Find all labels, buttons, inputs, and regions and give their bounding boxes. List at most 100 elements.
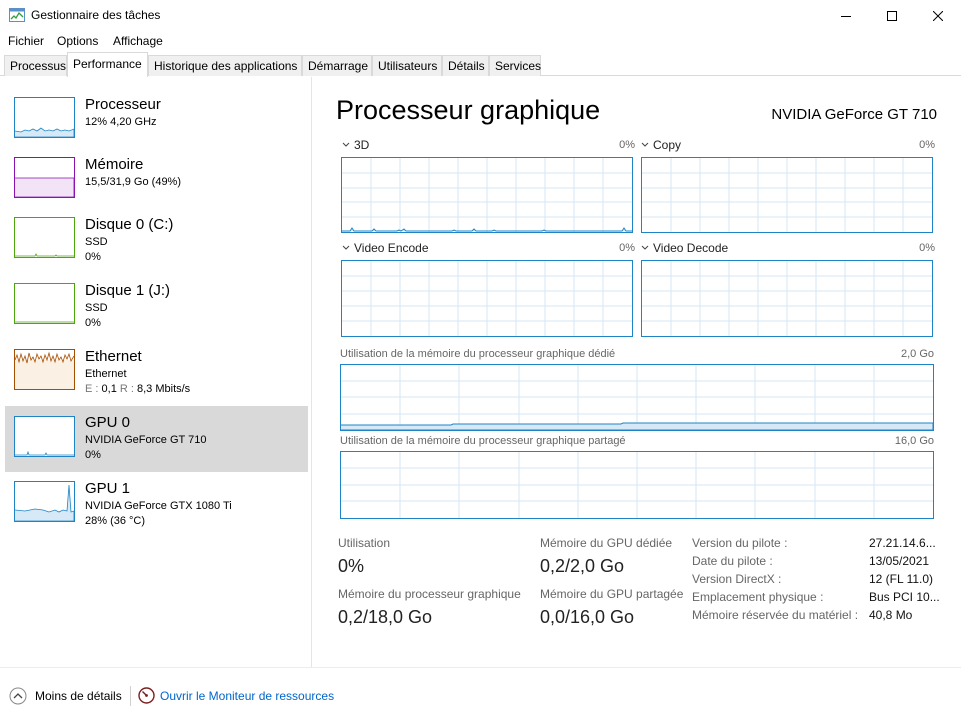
tab-historique[interactable]: Historique des applications	[148, 55, 302, 76]
sidebar-item-detail: NVIDIA GeForce GTX 1080 Ti	[85, 500, 232, 512]
physical-location-key: Emplacement physique :	[692, 590, 824, 604]
tab-services[interactable]: Services	[489, 55, 541, 76]
disk-1-thumbnail	[14, 283, 75, 324]
engine-label: Video Encode	[354, 241, 429, 255]
maximize-button[interactable]	[869, 0, 915, 31]
driver-date-key: Date du pilote :	[692, 554, 773, 568]
menu-bar: Fichier Options Affichage	[0, 31, 961, 51]
minimize-icon	[841, 15, 851, 17]
close-icon	[933, 10, 943, 21]
physical-location-value: Bus PCI 10...	[869, 590, 940, 604]
engine-selector-3d[interactable]: 3D	[342, 138, 369, 152]
memory-thumbnail	[14, 157, 75, 198]
engine-selector-video-decode[interactable]: Video Decode	[641, 241, 728, 255]
graph-shared-memory	[340, 451, 934, 519]
tab-utilisateurs[interactable]: Utilisateurs	[372, 55, 442, 76]
footer-bar: Moins de détails Ouvrir le Moniteur de r…	[0, 667, 961, 721]
sidebar-item-detail: 15,5/31,9 Go (49%)	[85, 176, 182, 188]
reserved-memory-key: Mémoire réservée du matériel :	[692, 608, 859, 622]
gpu-1-thumbnail	[14, 481, 75, 522]
driver-version-key: Version du pilote :	[692, 536, 788, 550]
sidebar-item-name: GPU 1	[85, 480, 131, 497]
engine-label: Copy	[653, 138, 682, 152]
engine-percent: 0%	[619, 139, 635, 151]
sidebar-item-name: Ethernet	[85, 348, 142, 365]
sidebar-item-name: Disque 1 (J:)	[85, 282, 171, 299]
sidebar-item-usage: 0%	[85, 449, 101, 461]
sidebar-item-usage: 28% (36 °C)	[85, 515, 146, 527]
menu-affichage[interactable]: Affichage	[113, 34, 163, 48]
sidebar-item-name: GPU 0	[85, 414, 131, 431]
sidebar-item-name: Processeur	[85, 96, 161, 113]
sidebar-item-ethernet[interactable]: Ethernet Ethernet E : 0,1 R : 8,3 Mbits/…	[5, 344, 308, 410]
chevron-down-icon	[342, 142, 350, 147]
menu-fichier[interactable]: Fichier	[8, 34, 44, 48]
driver-date-value: 13/05/2021	[869, 554, 930, 568]
engine-label: Video Decode	[653, 241, 729, 255]
engine-percent: 0%	[919, 139, 935, 151]
gpu-0-thumbnail	[14, 416, 75, 457]
open-resource-monitor-link[interactable]: Ouvrir le Moniteur de ressources	[160, 689, 334, 703]
engine-percent: 0%	[919, 242, 935, 254]
disk-0-thumbnail	[14, 217, 75, 258]
graph-video-encode	[341, 260, 633, 337]
tab-bar: Processus Performance Historique des app…	[0, 52, 961, 77]
resource-sidebar: Processeur 12% 4,20 GHz Mémoire 15,5/31,…	[0, 77, 312, 667]
receive-prefix: R :	[119, 383, 134, 395]
send-prefix: E :	[85, 383, 99, 395]
chevron-down-icon	[342, 245, 350, 250]
driver-version-value: 27.21.14.6...	[869, 536, 936, 550]
task-manager-icon	[9, 8, 25, 22]
dedicated-gpu-memory-value: 0,2/2,0 Go	[540, 556, 625, 576]
sidebar-item-usage: 0%	[85, 251, 101, 263]
tab-details[interactable]: Détails	[442, 55, 489, 76]
graph-3d	[341, 157, 633, 233]
menu-options[interactable]: Options	[57, 34, 98, 48]
sidebar-item-detail: NVIDIA GeForce GT 710	[85, 434, 207, 446]
collapse-up-icon[interactable]	[9, 687, 27, 705]
sidebar-item-gpu-0[interactable]: GPU 0 NVIDIA GeForce GT 710 0%	[5, 406, 308, 472]
ethernet-thumbnail	[14, 349, 75, 390]
graph-copy	[641, 157, 933, 233]
engine-selector-copy[interactable]: Copy	[641, 138, 681, 152]
resource-monitor-icon	[138, 687, 155, 704]
chevron-down-icon	[641, 245, 649, 250]
shared-memory-max: 16,0 Go	[894, 435, 934, 447]
send-value: 0,1	[101, 383, 117, 395]
sidebar-item-detail: Ethernet	[85, 368, 127, 380]
sidebar-item-disque-1[interactable]: Disque 1 (J:) SSD 0%	[5, 278, 308, 344]
graph-video-decode	[641, 260, 933, 337]
sidebar-item-memoire[interactable]: Mémoire 15,5/31,9 Go (49%)	[5, 152, 308, 218]
close-button[interactable]	[915, 0, 961, 31]
sidebar-item-detail: 12% 4,20 GHz	[85, 116, 157, 128]
directx-version-key: Version DirectX :	[692, 572, 782, 586]
sidebar-item-usage: 0%	[85, 317, 101, 329]
tab-performance[interactable]: Performance	[67, 52, 148, 77]
tab-demarrage[interactable]: Démarrage	[302, 55, 372, 76]
sidebar-item-detail: SSD	[85, 236, 108, 248]
sidebar-item-processeur[interactable]: Processeur 12% 4,20 GHz	[5, 92, 308, 158]
sidebar-item-gpu-1[interactable]: GPU 1 NVIDIA GeForce GTX 1080 Ti 28% (36…	[5, 476, 308, 542]
utilisation-value: 0%	[338, 556, 365, 576]
footer-separator	[130, 686, 131, 706]
minimize-button[interactable]	[823, 0, 869, 31]
page-title: Processeur graphique	[336, 95, 601, 125]
sidebar-item-detail: SSD	[85, 302, 108, 314]
dedicated-memory-max: 2,0 Go	[900, 348, 934, 360]
directx-version-value: 12 (FL 11.0)	[869, 572, 934, 586]
engine-percent: 0%	[619, 242, 635, 254]
tab-processus[interactable]: Processus	[4, 55, 67, 76]
graph-dedicated-memory	[340, 364, 934, 431]
engine-selector-video-encode[interactable]: Video Encode	[342, 241, 429, 255]
title-bar: Gestionnaire des tâches	[0, 0, 961, 31]
maximize-icon	[887, 10, 897, 21]
gpu-model-name: NVIDIA GeForce GT 710	[771, 106, 937, 123]
sidebar-item-disque-0[interactable]: Disque 0 (C:) SSD 0%	[5, 212, 308, 278]
sidebar-item-throughput: E : 0,1 R : 8,3 Mbits/s	[85, 383, 190, 395]
shared-gpu-memory-label: Mémoire du GPU partagée	[540, 587, 684, 601]
engine-label: 3D	[354, 138, 370, 152]
gpu-memory-label: Mémoire du processeur graphique	[338, 587, 521, 601]
utilisation-label: Utilisation	[338, 536, 391, 550]
dedicated-gpu-memory-label: Mémoire du GPU dédiée	[540, 536, 673, 550]
less-details-button[interactable]: Moins de détails	[35, 689, 122, 703]
